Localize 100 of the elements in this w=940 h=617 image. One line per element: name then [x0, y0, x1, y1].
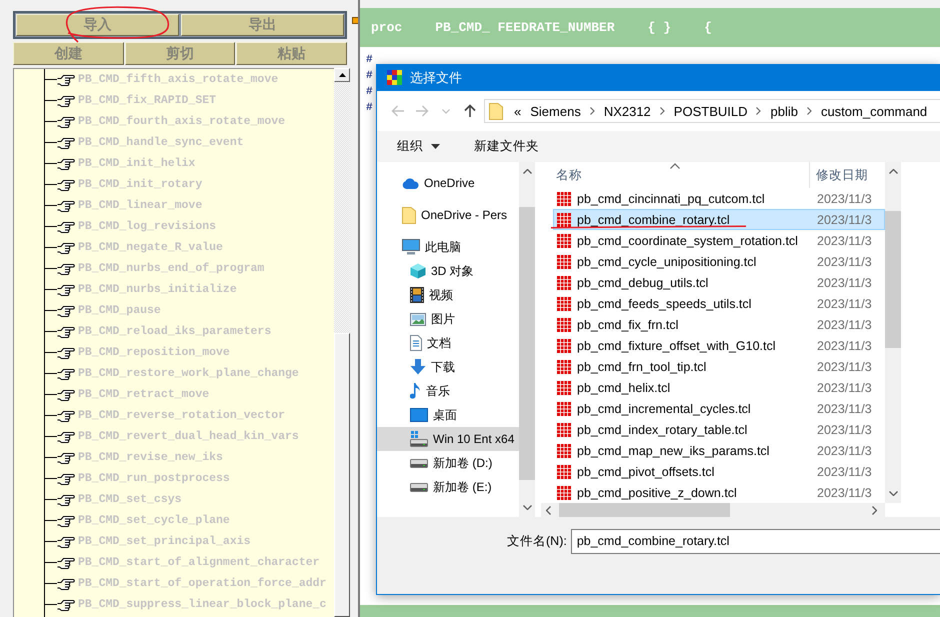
- pointing-hand-icon: [57, 410, 75, 422]
- file-name: pb_cmd_pivot_offsets.tcl: [577, 464, 716, 478]
- pointing-hand-icon: [57, 116, 75, 128]
- pointing-hand-icon: [57, 556, 75, 568]
- square-handle-icon[interactable]: [352, 17, 359, 24]
- file-row[interactable]: pb_cmd_helix.tcl 2023/11/3: [553, 377, 885, 398]
- proc-name: PB_CMD_ FEEDRATE_NUMBER: [435, 20, 615, 35]
- music-note-icon: [410, 383, 421, 399]
- file-type-icon: [557, 338, 571, 352]
- file-type-icon: [557, 444, 571, 458]
- scrollbar-track[interactable]: [885, 162, 901, 503]
- scrollbar-thumb[interactable]: [559, 503, 730, 517]
- down-arrow-icon: [410, 359, 426, 375]
- file-row[interactable]: pb_cmd_positive_z_down.tcl 2023/11/3: [553, 482, 885, 503]
- file-name-field[interactable]: pb_cmd_combine_rotary.tcl: [570, 529, 940, 554]
- chevron-up-icon[interactable]: [888, 169, 898, 174]
- chevron-right-icon[interactable]: [660, 107, 665, 115]
- chevron-down-icon[interactable]: [522, 505, 532, 510]
- file-row[interactable]: pb_cmd_cycle_unipositioning.tcl 2023/11/3: [553, 251, 885, 272]
- nav-item[interactable]: 下载: [377, 355, 519, 379]
- screen-icon: [410, 408, 428, 422]
- file-type-icon: [557, 234, 571, 248]
- breadcrumb-item[interactable]: Siemens: [530, 104, 581, 118]
- file-name: pb_cmd_incremental_cycles.tcl: [577, 402, 752, 416]
- file-row[interactable]: pb_cmd_frn_tool_tip.tcl 2023/11/3: [553, 356, 885, 377]
- film-icon: [410, 287, 424, 303]
- scrollbar-track[interactable]: [541, 503, 885, 517]
- file-type-icon: [557, 296, 571, 310]
- file-date: 2023/11/3: [817, 402, 872, 416]
- file-row[interactable]: pb_cmd_incremental_cycles.tcl 2023/11/3: [553, 398, 885, 419]
- file-type-icon: [557, 402, 571, 416]
- comment-mark: #: [366, 86, 373, 98]
- address-bar[interactable]: « Siemens NX2312 POSTBUILD pblib custom_command: [484, 99, 940, 123]
- file-name: pb_cmd_fixture_offset_with_G10.tcl: [577, 338, 776, 352]
- file-date: 2023/11/3: [817, 380, 872, 394]
- file-type-icon: [557, 254, 571, 268]
- file-row[interactable]: pb_cmd_debug_utils.tcl 2023/11/3: [553, 272, 885, 293]
- breadcrumb-item[interactable]: POSTBUILD: [674, 104, 748, 118]
- nav-item[interactable]: 图片: [377, 307, 519, 331]
- file-row[interactable]: pb_cmd_index_rotary_table.tcl 2023/11/3: [553, 419, 885, 440]
- file-row[interactable]: pb_cmd_fixture_offset_with_G10.tcl 2023/11/3: [553, 335, 885, 356]
- file-name-label: 文件名(N):: [507, 533, 567, 550]
- nav-item[interactable]: 新加卷 (E:): [377, 475, 519, 499]
- pointing-hand-icon: [57, 452, 75, 464]
- breadcrumb-item[interactable]: custom_command: [820, 104, 928, 118]
- pointing-hand-icon: [57, 178, 75, 190]
- file-date: 2023/11/3: [817, 486, 872, 500]
- chevron-right-icon[interactable]: [590, 107, 595, 115]
- file-row[interactable]: pb_cmd_map_new_iks_params.tcl 2023/11/3: [553, 440, 885, 461]
- nav-item[interactable]: 3D 对象: [377, 259, 519, 283]
- pointing-hand-icon: [57, 200, 75, 212]
- scrollbar-thumb[interactable]: [519, 207, 535, 480]
- chevron-right-icon[interactable]: [806, 107, 812, 115]
- nav-item[interactable]: 音乐: [377, 379, 519, 403]
- nav-item[interactable]: 桌面: [377, 403, 519, 427]
- file-date: 2023/11/3: [817, 254, 872, 268]
- file-date: 2023/11/3: [817, 338, 872, 352]
- nav-item[interactable]: 视频: [377, 283, 519, 307]
- file-type-icon: [557, 380, 571, 394]
- column-header[interactable]: 修改日期: [810, 162, 885, 188]
- file-row[interactable]: pb_cmd_feeds_speeds_utils.tcl 2023/11/3: [553, 293, 885, 314]
- file-row[interactable]: pb_cmd_pivot_offsets.tcl 2023/11/3: [553, 461, 885, 482]
- file-type-icon: [557, 192, 571, 206]
- args-text: { }: [648, 20, 672, 35]
- file-row[interactable]: pb_cmd_cincinnati_pq_cutcom.tcl 2023/11/3: [553, 188, 885, 209]
- cloud-icon: [402, 178, 419, 188]
- nav-item[interactable]: 此电脑: [377, 235, 519, 259]
- file-row[interactable]: pb_cmd_combine_rotary.tcl 2023/11/3: [553, 209, 885, 230]
- nav-item[interactable]: 文档: [377, 331, 519, 355]
- menu-button[interactable]: 组织: [391, 134, 446, 158]
- app-icon: [387, 70, 402, 85]
- path-overflow-button[interactable]: «: [514, 104, 522, 118]
- breadcrumb-item[interactable]: pblib: [770, 104, 798, 118]
- breadcrumb-item[interactable]: NX2312: [604, 104, 651, 118]
- comment-mark: #: [366, 70, 373, 82]
- nav-item[interactable]: OneDrive: [377, 171, 519, 195]
- file-name: pb_cmd_debug_utils.tcl: [577, 276, 710, 290]
- pointing-hand-icon: [57, 578, 75, 590]
- scroll-up-button[interactable]: [334, 68, 350, 82]
- scrollbar-thumb[interactable]: [334, 333, 350, 617]
- nav-item[interactable]: OneDrive - Pers: [377, 203, 519, 227]
- file-type-icon: [557, 486, 571, 500]
- column-header[interactable]: 名称: [541, 162, 810, 188]
- nav-item[interactable]: 新加卷 (D:): [377, 451, 519, 475]
- chevron-left-icon[interactable]: [546, 506, 551, 514]
- chevron-down-icon[interactable]: [888, 491, 898, 496]
- scrollbar-track[interactable]: [334, 68, 350, 617]
- file-row[interactable]: pb_cmd_fix_frn.tcl 2023/11/3: [553, 314, 885, 335]
- chevron-up-icon[interactable]: [522, 169, 532, 174]
- brace-text: {: [704, 20, 712, 35]
- scrollbar-thumb[interactable]: [885, 211, 901, 348]
- chevron-right-icon[interactable]: [756, 107, 762, 115]
- picture-icon: [410, 312, 426, 326]
- file-row[interactable]: pb_cmd_coordinate_system_rotation.tcl 2023/11/3: [553, 230, 885, 251]
- file-date: 2023/11/3: [817, 318, 872, 332]
- chevron-right-icon[interactable]: [872, 506, 877, 514]
- toolbar-button[interactable]: 新建文件夹: [468, 134, 545, 158]
- nav-item[interactable]: Win 10 Ent x64: [377, 427, 519, 451]
- pointing-hand-icon: [57, 158, 75, 170]
- file-date: 2023/11/3: [817, 192, 872, 206]
